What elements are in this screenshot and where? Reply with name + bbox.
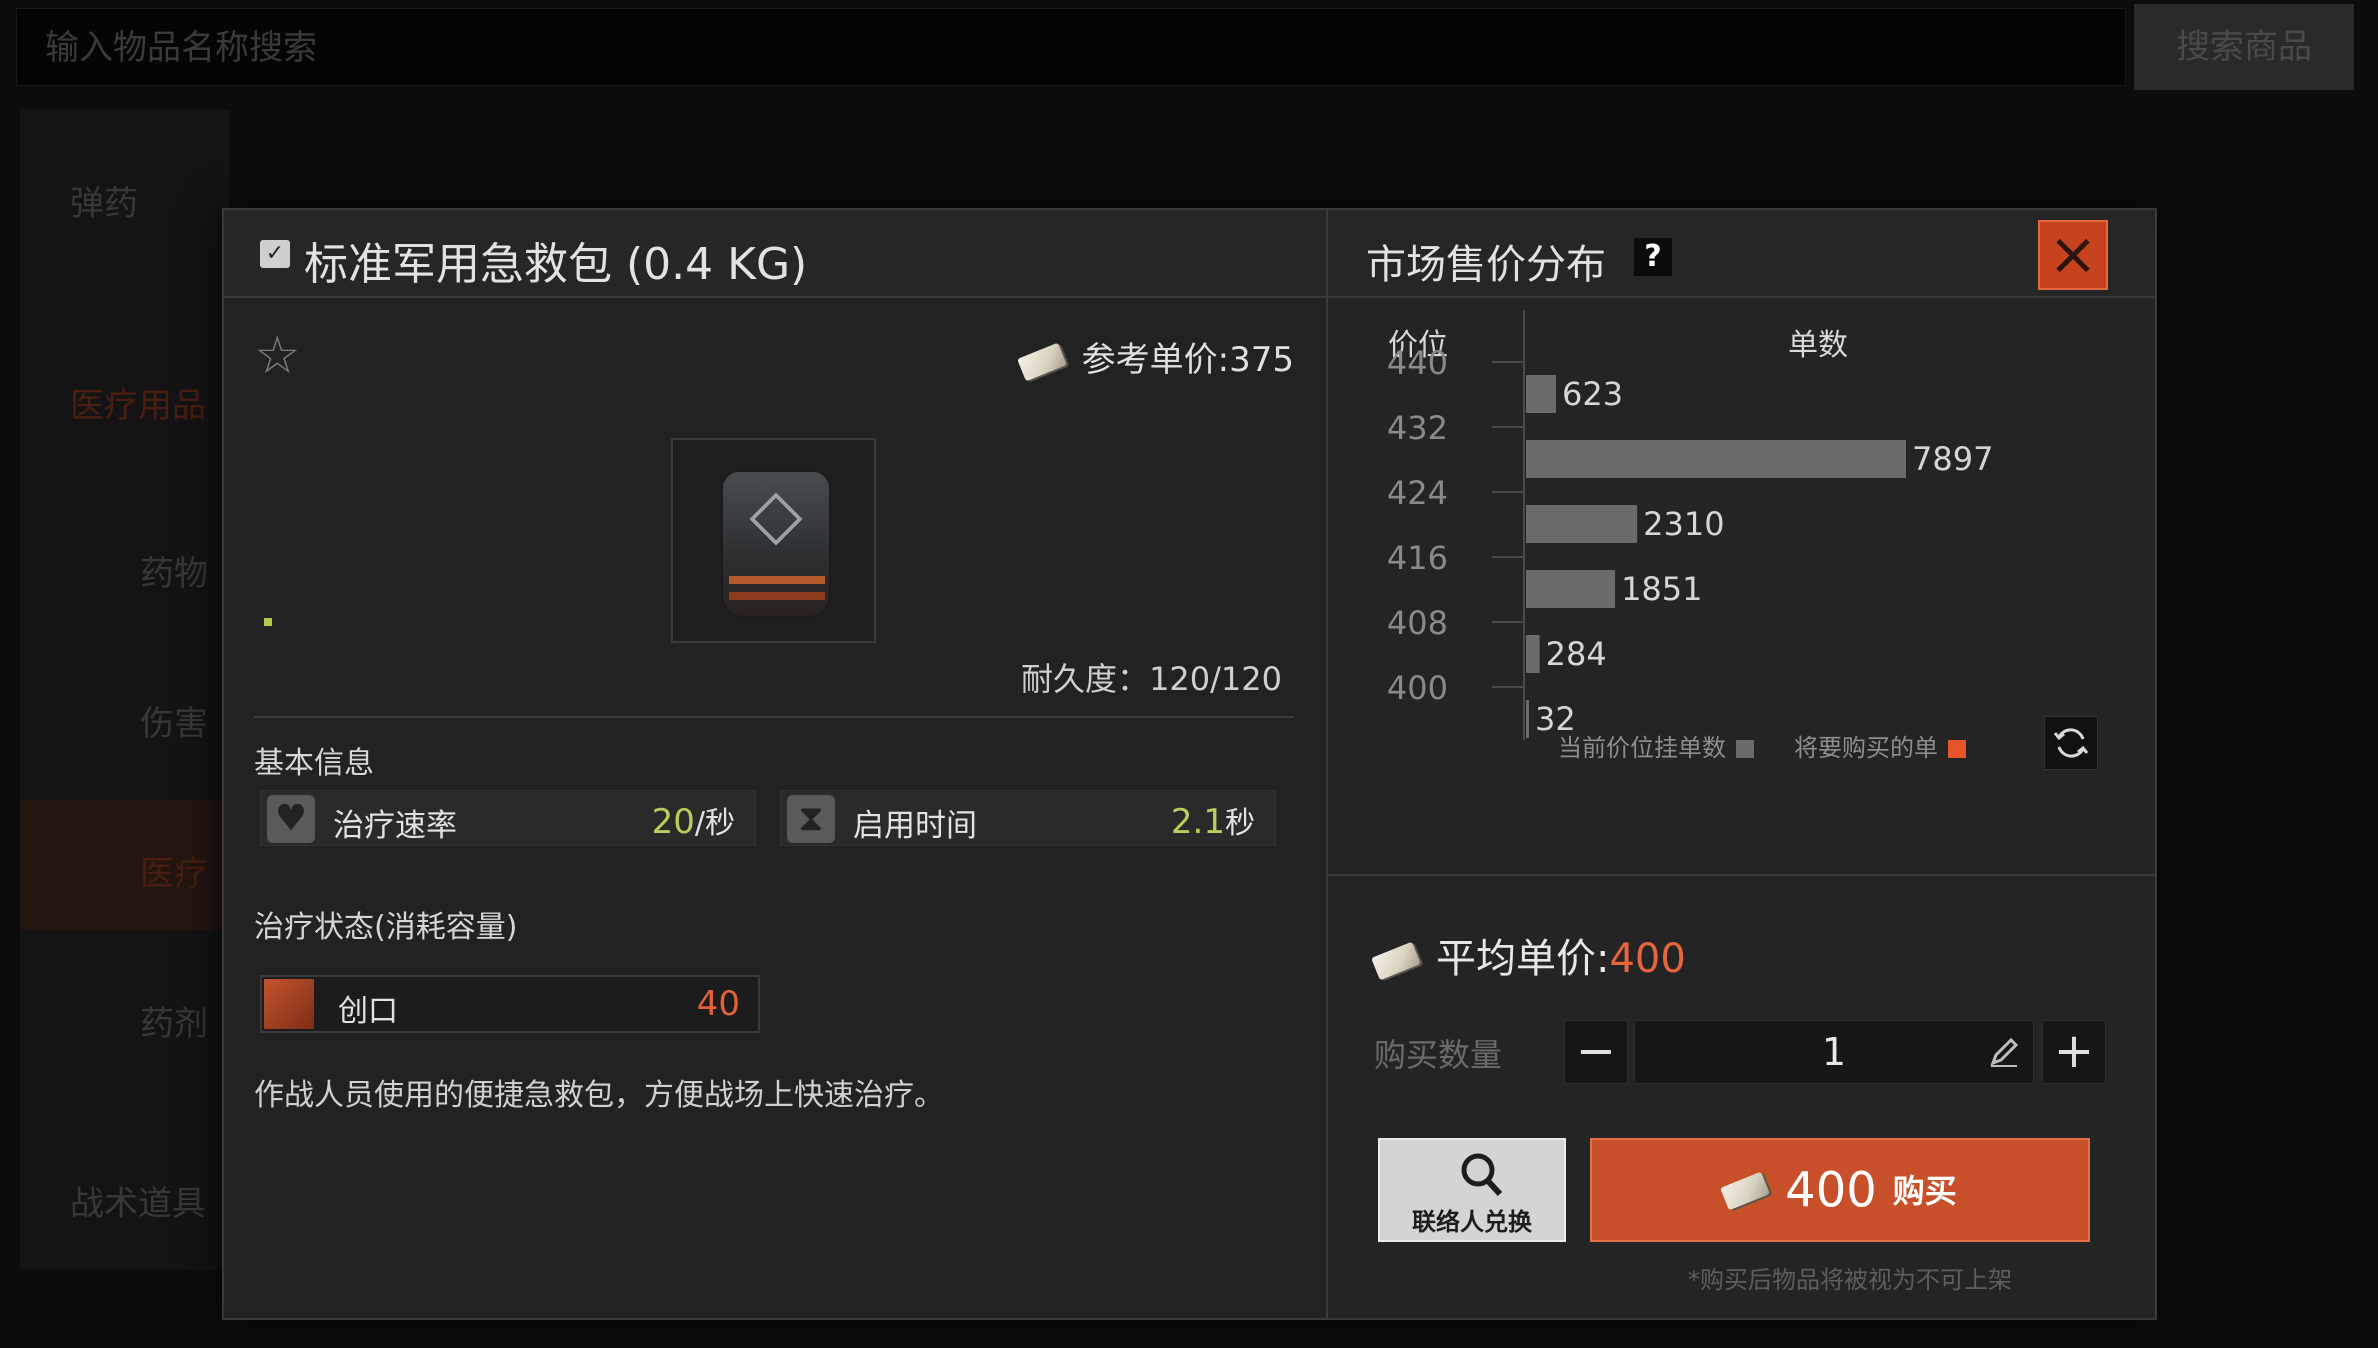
checkbox-icon: ✓ (260, 240, 290, 268)
stat-number: 20 (651, 802, 695, 842)
category-sidebar (20, 110, 230, 1270)
legend-current-swatch (1736, 740, 1754, 758)
chart-legend: 当前价位挂单数 将要购买的单 (1558, 728, 1966, 763)
quantity-increase-button[interactable]: + (2042, 1020, 2106, 1084)
legend-current-label: 当前价位挂单数 (1558, 734, 1726, 762)
stat-name: 启用时间 (853, 808, 977, 844)
avg-price-value: 400 (1609, 936, 1686, 982)
currency-ticket-icon (1720, 1171, 1771, 1210)
treatment-wound: 创口 40 (260, 975, 760, 1033)
buy-price: 400 (1785, 1162, 1877, 1219)
y-tick-label: 440 (1387, 344, 1448, 382)
help-button[interactable]: ? (1634, 238, 1672, 276)
item-purchase-dialog: ✓ 标准军用急救包 (0.4 KG) ☆ 参考单价:375 耐久度：120/12… (222, 208, 2157, 1320)
avg-price-label: 平均单价: (1436, 936, 1610, 982)
search-icon (1461, 1153, 1503, 1197)
durability: 耐久度：120/120 (1021, 654, 1282, 700)
pouch-stripe (729, 592, 825, 600)
treatment-status-label: 治疗状态(消耗容量) (254, 910, 518, 945)
reference-price: 参考单价:375 (1016, 332, 1294, 381)
quantity-decrease-button[interactable]: − (1564, 1020, 1628, 1084)
currency-ticket-icon (1016, 342, 1067, 381)
pouch-emblem (749, 492, 803, 546)
refresh-icon (2053, 728, 2089, 758)
market-title: 市场售价分布 (1366, 242, 1606, 288)
legend-buy-swatch (1948, 740, 1966, 758)
legend-buy-label: 将要购买的单 (1794, 734, 1938, 762)
market-pane: 市场售价分布 ? 价位 单数 440 432 424 416 408 400 623 7897… (1326, 210, 2157, 1318)
item-image (671, 438, 876, 643)
sidebar-item-ammo[interactable]: 弹药 (70, 176, 138, 225)
y-tick-label: 424 (1387, 474, 1448, 512)
y-tick-label: 400 (1387, 669, 1448, 707)
search-input[interactable]: 输入物品名称搜索 (16, 8, 2126, 86)
count-bar (1526, 635, 1540, 673)
basic-info-label: 基本信息 (254, 746, 374, 781)
sidebar-item-tactical[interactable]: 战术道具 (70, 1176, 206, 1225)
search-button[interactable]: 搜索商品 (2134, 4, 2354, 90)
hourglass-icon: ⧗ (787, 795, 835, 843)
ref-price-value: 375 (1229, 340, 1294, 380)
count-bar (1526, 375, 1556, 413)
sidebar-item-potion[interactable]: 药剂 (140, 996, 208, 1045)
first-aid-pouch-icon (721, 470, 831, 618)
ref-price-label: 参考单价: (1081, 340, 1230, 380)
sidebar-item-drugs[interactable]: 药物 (140, 546, 208, 595)
stat-unit: 秒 (1225, 806, 1255, 841)
stat-name: 治疗速率 (333, 808, 457, 844)
sidebar-item-medical-supplies[interactable]: 医疗用品 (70, 378, 206, 427)
treatment-name: 创口 (338, 994, 398, 1029)
durability-label: 耐久度： (1021, 660, 1150, 698)
stat-number: 2.1 (1170, 802, 1225, 842)
bandage-icon (264, 979, 314, 1029)
close-button[interactable] (2038, 220, 2108, 290)
buy-label: 购买 (1892, 1171, 1957, 1210)
contact-exchange-label: 联络人兑换 (1412, 1208, 1532, 1236)
stat-unit: /秒 (694, 806, 735, 841)
price-distribution-svg: 44043242441640840062378972310185128432 (1387, 310, 1993, 740)
count-bar (1526, 700, 1529, 738)
heart-plus-icon: ♥ (267, 795, 315, 843)
stat-activation-time: ⧗ 启用时间 2.1秒 (780, 790, 1276, 846)
item-detail-pane: ✓ 标准军用急救包 (0.4 KG) ☆ 参考单价:375 耐久度：120/12… (224, 210, 1326, 1318)
price-distribution-chart: 价位 单数 440 432 424 416 408 400 623 7897 2310 1851 2… (1328, 300, 2157, 770)
stat-value: 20/秒 (652, 798, 735, 842)
item-titlebar: ✓ 标准军用急救包 (0.4 KG) (224, 210, 1326, 298)
count-bar (1526, 440, 1906, 478)
purchase-note: *购买后物品将被视为不可上架 (1688, 1266, 2012, 1294)
count-label: 284 (1546, 635, 1607, 673)
quantity-value: 1 (1821, 1030, 1847, 1074)
divider (254, 716, 1294, 718)
refresh-button[interactable] (2044, 716, 2098, 770)
item-title: 标准军用急救包 (0.4 KG) (304, 239, 808, 290)
quantity-input[interactable]: 1 (1634, 1020, 2034, 1084)
status-dot (264, 618, 272, 626)
stat-value: 2.1秒 (1171, 798, 1255, 842)
durability-value: 120/120 (1149, 660, 1282, 698)
market-titlebar: 市场售价分布 ? (1328, 210, 2155, 298)
favorite-star-icon[interactable]: ☆ (254, 330, 301, 382)
currency-ticket-icon (1371, 941, 1421, 981)
contact-exchange-button[interactable]: 联络人兑换 (1378, 1138, 1566, 1242)
pouch-stripe (729, 576, 825, 584)
count-bar (1526, 570, 1616, 608)
treatment-value: 40 (696, 984, 740, 1024)
count-label: 2310 (1643, 505, 1724, 543)
quantity-label: 购买数量 (1374, 1036, 1503, 1074)
count-label: 1851 (1621, 570, 1702, 608)
sidebar-item-medical[interactable]: 医疗 (140, 846, 208, 895)
average-price: 平均单价:400 (1371, 926, 1686, 984)
count-bar (1526, 505, 1638, 543)
edit-pencil-icon[interactable] (1987, 1035, 2021, 1069)
sidebar-item-injury[interactable]: 伤害 (140, 696, 208, 745)
divider (1328, 874, 2157, 876)
item-description: 作战人员使用的便捷急救包，方便战场上快速治疗。 (254, 1078, 944, 1113)
buy-button[interactable]: 400 购买 (1590, 1138, 2090, 1242)
y-tick-label: 408 (1387, 604, 1448, 642)
stat-heal-rate: ♥ 治疗速率 20/秒 (260, 790, 756, 846)
count-label: 623 (1562, 375, 1623, 413)
y-tick-label: 432 (1387, 409, 1448, 447)
y-tick-label: 416 (1387, 539, 1448, 577)
count-label: 7897 (1912, 440, 1993, 478)
